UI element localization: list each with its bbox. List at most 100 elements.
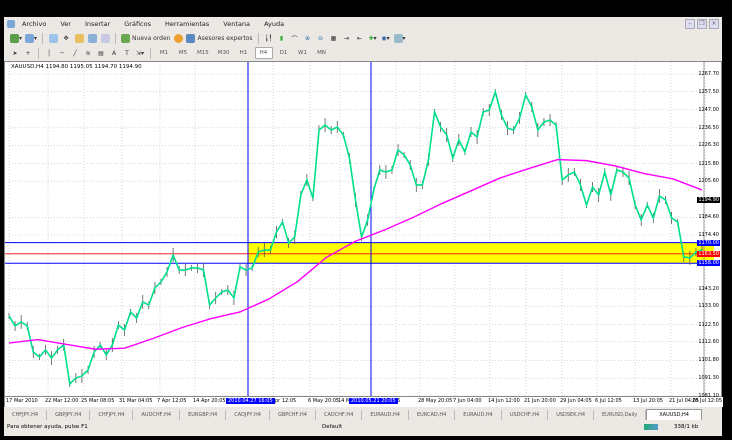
label-button[interactable]: T: [122, 48, 132, 58]
menu-insertar[interactable]: Insertar: [78, 20, 117, 28]
chart-tab[interactable]: EURGBP,H4: [180, 410, 227, 420]
timeframe-m15[interactable]: M15: [194, 48, 212, 58]
menu-herramientas[interactable]: Herramientas: [158, 20, 216, 28]
line-chart-button[interactable]: ⌒: [290, 33, 300, 43]
chart-tab[interactable]: CADJPY,H4: [226, 410, 270, 420]
chart-tab[interactable]: CHFJPY,H4: [90, 410, 134, 420]
templates-button[interactable]: ▾: [393, 33, 406, 43]
new-order-icon: [121, 33, 131, 43]
menu-ayuda[interactable]: Ayuda: [257, 20, 291, 28]
price-tick-label: 1257.50: [698, 88, 719, 95]
chart-shift-button[interactable]: ⇤: [355, 33, 365, 43]
chart-tab[interactable]: USDCHF,H4: [502, 410, 549, 420]
horizontal-line-icon: ─: [60, 49, 64, 57]
new-chart-button[interactable]: ▾: [10, 33, 22, 43]
time-axis: 17 Mar 2010 22 Mar 12:00 25 Mar 08:05 31 Ma…: [4, 397, 723, 407]
time-tick-label: 25 Mar 08:05: [81, 398, 115, 404]
bar-chart-button[interactable]: ╽╿: [264, 33, 274, 43]
level-label-middle: 1163.50: [697, 250, 720, 257]
chart-tab[interactable]: CADCHF,H4: [316, 410, 363, 420]
time-tick-label: 14 Apr 20:05: [193, 398, 226, 404]
time-tick-label: 7 Apr 12:05: [157, 398, 187, 404]
channel-icon: ▤: [98, 49, 104, 57]
chart-tab[interactable]: CHFJPY,H4: [4, 410, 48, 420]
candlestick-icon: ▮: [279, 34, 284, 42]
status-bar: Para obtener ayuda, pulse F1 Default 338…: [4, 421, 722, 432]
periods-button[interactable]: ◉ ▾: [381, 33, 391, 43]
menu-ventana[interactable]: Ventana: [216, 20, 257, 28]
cursor-button[interactable]: ➤: [10, 48, 20, 58]
price-chart[interactable]: XAUUSD,H4 1194.80 1195.05 1194.70 1194.9…: [4, 61, 722, 399]
folder-icon: [74, 33, 84, 43]
restore-icon[interactable]: ❐: [697, 19, 707, 29]
support-zone: [248, 242, 714, 264]
timeframe-m30[interactable]: M30: [215, 48, 233, 58]
menu-graficos[interactable]: Gráficos: [117, 20, 158, 28]
chart-tab[interactable]: AUDCHF,H4: [133, 410, 181, 420]
level-label-lower: 1158.00: [697, 260, 720, 267]
templates-icon: [393, 33, 403, 43]
timeframe-h4[interactable]: H4: [254, 47, 273, 59]
cursor-time-label: 2010.05.21 20:05: [349, 398, 398, 404]
candle-chart-button[interactable]: ▮: [277, 33, 287, 43]
indicators-button[interactable]: ✚ ▾: [368, 33, 378, 43]
chart-tab[interactable]: EURUSD,Daily: [594, 410, 647, 420]
time-tick-label: 17 Mar 2010: [6, 398, 38, 404]
chart-tab[interactable]: EURAUD,H4: [455, 410, 502, 420]
navigator-button[interactable]: [74, 33, 84, 43]
arrows-button[interactable]: ⇲ ▾: [135, 48, 145, 58]
close-icon[interactable]: ×: [709, 19, 719, 29]
chart-tab[interactable]: USDSEK,H4: [548, 410, 595, 420]
trendline-button[interactable]: ╱: [70, 48, 80, 58]
chart-tab[interactable]: EURAUD,H4: [362, 410, 409, 420]
status-profile: Default: [322, 423, 343, 430]
new-chart-icon: [10, 33, 19, 43]
timeframe-h1[interactable]: H1: [236, 48, 252, 58]
experts-label: Asesores expertos: [197, 34, 253, 42]
text-button[interactable]: A: [109, 48, 119, 58]
price-tick-label: 1112.60: [698, 338, 719, 345]
profiles-icon: [25, 33, 35, 43]
crosshair-button[interactable]: +: [23, 48, 33, 58]
vertical-line-button[interactable]: │: [44, 48, 54, 58]
zoom-in-button[interactable]: ⊕: [303, 33, 313, 43]
terminal-button[interactable]: [87, 33, 97, 43]
price-tick-label: 1122.50: [698, 321, 719, 328]
timeframe-m1[interactable]: M1: [156, 48, 172, 58]
timeframe-w1[interactable]: W1: [295, 48, 311, 58]
timeframe-m5[interactable]: M5: [175, 48, 191, 58]
new-order-button[interactable]: Nueva orden: [121, 33, 170, 43]
minimize-icon[interactable]: –: [685, 19, 695, 29]
chart-tab[interactable]: GBPJPY,H4: [47, 410, 91, 420]
menu-archivo[interactable]: Archivo: [15, 20, 53, 28]
zoom-out-button[interactable]: ⊖: [316, 33, 326, 43]
fibo-button[interactable]: ≋: [83, 48, 93, 58]
menu-ver[interactable]: Ver: [53, 20, 78, 28]
chart-plot[interactable]: [5, 62, 721, 396]
timeframe-mn[interactable]: MN: [314, 48, 330, 58]
market-watch-button[interactable]: [48, 33, 58, 43]
expert-advisors-button[interactable]: Asesores expertos: [186, 33, 253, 43]
time-tick-label: 28 May 20:05: [418, 398, 453, 404]
profiles-button[interactable]: ▾: [25, 33, 37, 43]
horizontal-line-button[interactable]: ─: [57, 48, 67, 58]
chart-header: XAUUSD,H4 1194.80 1195.05 1194.70 1194.9…: [11, 64, 142, 70]
standard-toolbar: ▾ ▾ ✥ Nueva orden Asesores expertos ╽╿ ▮…: [4, 31, 722, 45]
price-line: [8, 89, 703, 386]
autoscroll-button[interactable]: ⇥: [342, 33, 352, 43]
time-tick-label: 13 Jul 20:05: [633, 398, 663, 404]
time-tick-label: pr 12:05: [275, 398, 297, 404]
chart-tab[interactable]: GBPCHF,H4: [270, 410, 316, 420]
timeframe-d1[interactable]: D1: [276, 48, 292, 58]
app-icon: [7, 19, 15, 28]
channel-button[interactable]: ▤: [96, 48, 106, 58]
chart-tab[interactable]: EURCAD,H4: [409, 410, 456, 420]
chart-shift-icon: ⇤: [357, 34, 363, 42]
crosshair-icon: +: [25, 49, 31, 57]
price-tick-label: 1091.30: [698, 375, 719, 382]
data-window-button[interactable]: ✥: [61, 33, 71, 43]
metaeditor-button[interactable]: [173, 33, 183, 43]
tester-button[interactable]: [100, 33, 110, 43]
chart-tab[interactable]: XAUUSD,H4: [646, 409, 702, 420]
tile-windows-button[interactable]: ▦: [329, 33, 339, 43]
